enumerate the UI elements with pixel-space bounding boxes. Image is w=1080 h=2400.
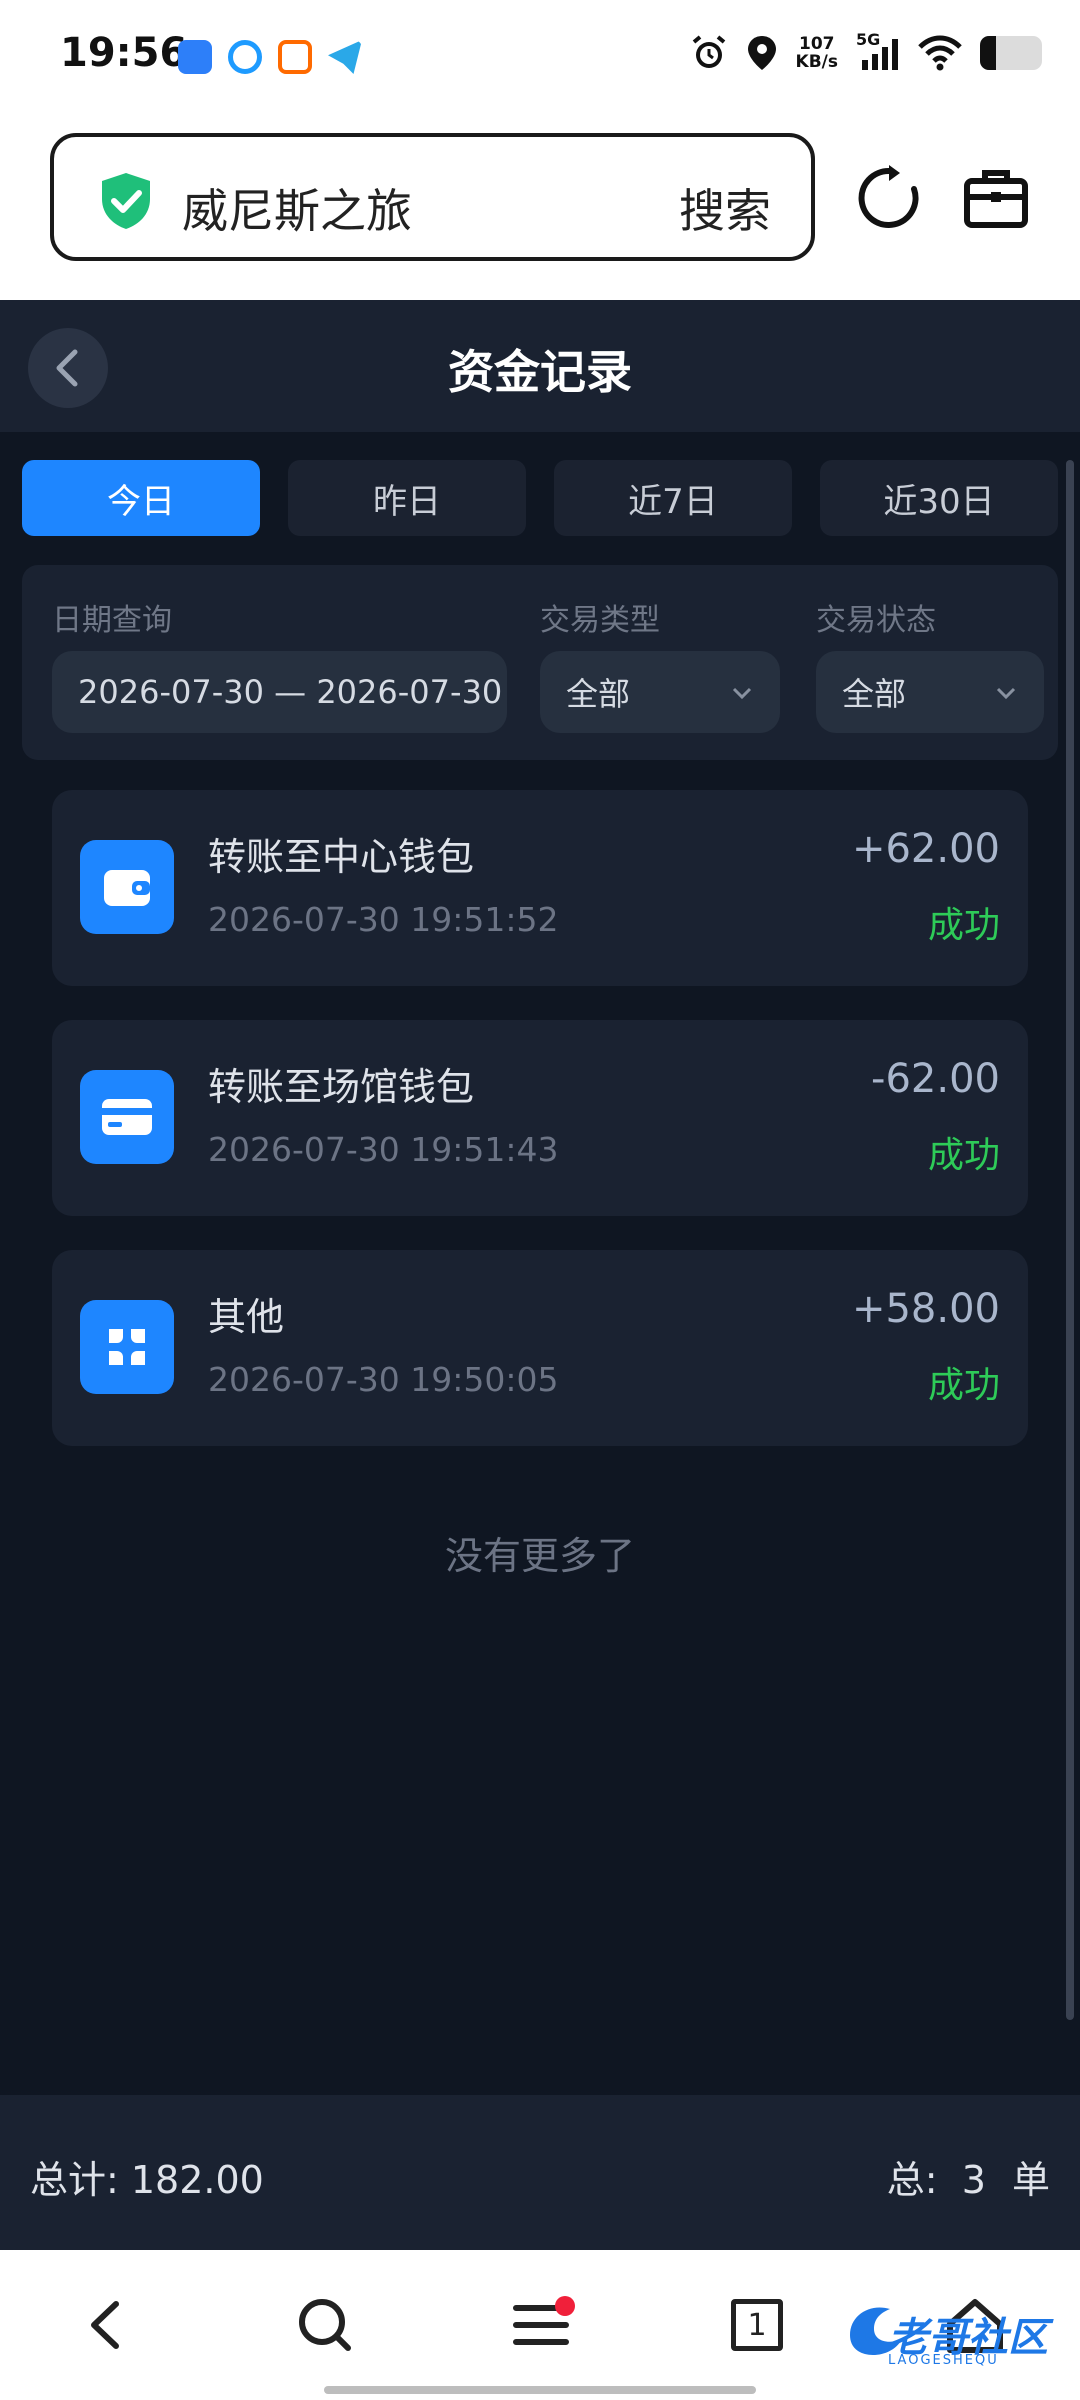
- record-icon: [80, 1300, 174, 1394]
- grid-icon: [109, 1329, 145, 1365]
- signal-bars-icon: [862, 39, 898, 70]
- chevron-down-icon: [732, 687, 752, 700]
- shopping-notification-icon: [278, 40, 312, 74]
- record-time: 2026-07-30 19:50:05: [208, 1360, 559, 1399]
- search-icon[interactable]: [290, 2290, 360, 2360]
- order-count: 总: 3 单: [887, 2149, 1050, 2204]
- record-title: 转账至场馆钱包: [208, 1065, 475, 1109]
- date-query-label: 日期查询: [52, 603, 172, 638]
- address-bar[interactable]: 威尼斯之旅 搜索: [50, 133, 815, 261]
- toolbox-icon[interactable]: [963, 165, 1029, 231]
- summary-bar: 总计: 182.00 总: 3 单: [0, 2095, 1080, 2250]
- watermark-subtext: LAOGESHEQU: [888, 2353, 999, 2368]
- record-status: 成功: [927, 1365, 1000, 1406]
- record-title: 其他: [208, 1295, 285, 1339]
- record-status: 成功: [927, 1135, 1000, 1176]
- back-icon[interactable]: [72, 2290, 142, 2360]
- wallet-icon: [104, 870, 150, 906]
- record-icon: [80, 840, 174, 934]
- tab-count: 1: [747, 2307, 767, 2343]
- total-amount: 总计: 182.00: [30, 2158, 264, 2202]
- notification-badge: [555, 2296, 575, 2316]
- status-indicators: 107 KB/s 5G: [690, 30, 1042, 72]
- record-amount: +58.00: [851, 1286, 1000, 1332]
- refresh-icon[interactable]: [856, 165, 922, 231]
- filter-panel: 日期查询 2026-07-30 — 2026-07-30 交易类型 全部 交易状…: [22, 565, 1058, 760]
- card-icon: [102, 1099, 152, 1135]
- count-value: 3: [961, 2158, 986, 2202]
- watermark-logo: 老哥社区 LAOGESHEQU: [840, 2295, 1060, 2375]
- status-time: 19:56: [60, 30, 188, 76]
- gesture-bar: [324, 2386, 756, 2394]
- type-select[interactable]: 全部: [540, 651, 780, 733]
- app-notification-icon: [178, 40, 212, 74]
- status-app-icons: [178, 40, 362, 74]
- no-more-text: 没有更多了: [444, 1534, 635, 1578]
- count-unit: 单: [1011, 2158, 1050, 2202]
- page-title: 资金记录: [448, 345, 632, 399]
- tab-7-days[interactable]: 近7日: [554, 460, 792, 536]
- type-label: 交易类型: [540, 603, 660, 638]
- browser-bottom-nav: 1 老哥社区 LAOGESHEQU: [0, 2250, 1080, 2400]
- type-select-value: 全部: [566, 675, 631, 713]
- record-title: 转账至中心钱包: [208, 835, 475, 879]
- record-item[interactable]: 转账至中心钱包 2026-07-30 19:51:52 +62.00 成功: [52, 790, 1028, 986]
- address-text: 威尼斯之旅: [182, 184, 412, 238]
- scrollbar[interactable]: [1066, 460, 1074, 2020]
- record-item[interactable]: 转账至场馆钱包 2026-07-30 19:51:43 -62.00 成功: [52, 1020, 1028, 1216]
- secure-shield-icon: [102, 173, 150, 229]
- alarm-icon: [692, 35, 725, 68]
- status-bar: 19:56 107 KB/s 5G: [0, 0, 1080, 115]
- status-select[interactable]: 全部: [816, 651, 1044, 733]
- record-amount: -62.00: [871, 1056, 1000, 1102]
- search-button[interactable]: 搜索: [679, 175, 771, 241]
- browser-toolbar: 威尼斯之旅 搜索: [0, 115, 1080, 300]
- telegram-notification-icon: [328, 40, 362, 74]
- record-time: 2026-07-30 19:51:43: [208, 1130, 559, 1169]
- record-item[interactable]: 其他 2026-07-30 19:50:05 +58.00 成功: [52, 1250, 1028, 1446]
- speed-value: 107: [799, 34, 835, 54]
- date-tabs: 今日 昨日 近7日 近30日: [22, 460, 1058, 536]
- date-range-field[interactable]: 2026-07-30 — 2026-07-30: [52, 651, 507, 733]
- status-select-value: 全部: [842, 675, 907, 713]
- record-status: 成功: [927, 905, 1000, 946]
- chevron-down-icon: [996, 687, 1016, 700]
- tab-yesterday[interactable]: 昨日: [288, 460, 526, 536]
- browser-notification-icon: [228, 40, 262, 74]
- record-icon: [80, 1070, 174, 1164]
- status-label: 交易状态: [816, 603, 936, 638]
- tab-today[interactable]: 今日: [22, 460, 260, 536]
- tab-30-days[interactable]: 近30日: [820, 460, 1058, 536]
- funds-record-page: 资金记录 今日 昨日 近7日 近30日 日期查询 2026-07-30 — 20…: [0, 300, 1080, 2250]
- location-icon: [747, 36, 776, 70]
- tabs-button[interactable]: 1: [722, 2290, 792, 2360]
- cell-signal: 5G: [856, 30, 900, 72]
- network-speed: 107 KB/s: [796, 35, 838, 71]
- record-time: 2026-07-30 19:51:52: [208, 900, 559, 939]
- count-prefix: 总:: [886, 2158, 938, 2202]
- wifi-icon: [918, 35, 962, 71]
- battery-icon: [980, 36, 1042, 70]
- page-header: 资金记录: [0, 300, 1080, 432]
- tabs-icon: 1: [731, 2299, 783, 2351]
- record-amount: +62.00: [851, 826, 1000, 872]
- speed-unit: KB/s: [795, 52, 838, 72]
